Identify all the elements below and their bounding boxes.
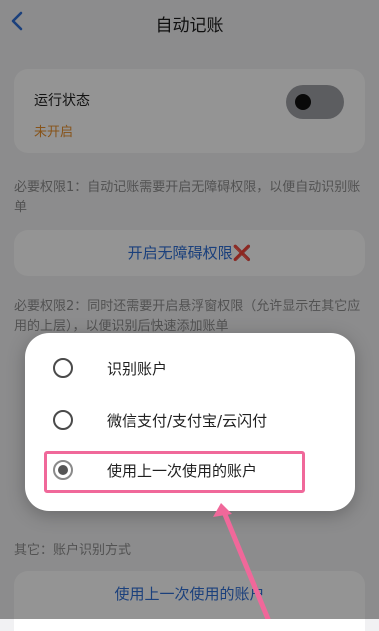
arrow-icon [213,503,271,619]
